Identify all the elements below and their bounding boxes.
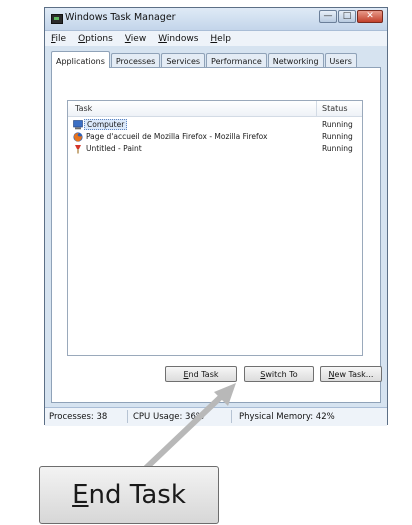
title-bar[interactable]: Windows Task Manager — □ ✕ xyxy=(45,8,387,31)
tab-processes[interactable]: Processes xyxy=(110,53,161,68)
task-status: Running xyxy=(322,120,353,129)
computer-icon xyxy=(73,120,83,130)
menu-options[interactable]: Options xyxy=(78,34,113,44)
tab-networking[interactable]: Networking xyxy=(267,53,324,68)
menu-file[interactable]: File xyxy=(51,34,66,44)
close-button[interactable]: ✕ xyxy=(357,10,383,23)
status-bar: Processes: 38 CPU Usage: 36% Physical Me… xyxy=(45,407,387,426)
window-controls: — □ ✕ xyxy=(318,10,383,24)
physical-memory: Physical Memory: 42% xyxy=(239,412,335,422)
menu-help[interactable]: Help xyxy=(210,34,231,44)
table-row[interactable]: Computer Running xyxy=(68,119,362,131)
minimize-button[interactable]: — xyxy=(319,10,337,23)
status-divider xyxy=(231,410,232,423)
task-name: Page d'accueil de Mozilla Firefox - Mozi… xyxy=(86,132,268,141)
menu-bar: File Options View Windows Help xyxy=(45,31,387,46)
list-header: Task Status xyxy=(68,101,362,117)
task-list[interactable]: Task Status Computer Running Page d'accu… xyxy=(67,100,363,356)
processes-count: Processes: 38 xyxy=(49,412,108,422)
table-row[interactable]: Page d'accueil de Mozilla Firefox - Mozi… xyxy=(68,131,362,143)
tab-applications[interactable]: Applications xyxy=(51,51,110,68)
task-status: Running xyxy=(322,144,353,153)
tab-strip: Applications Processes Services Performa… xyxy=(51,50,358,68)
tab-performance[interactable]: Performance xyxy=(206,53,267,68)
cpu-usage: CPU Usage: 36% xyxy=(133,412,204,422)
column-task[interactable]: Task xyxy=(75,104,92,113)
end-task-zoom-callout: End Task xyxy=(39,466,219,524)
switch-to-button[interactable]: Switch To xyxy=(244,366,314,382)
task-manager-window: Windows Task Manager — □ ✕ File Options … xyxy=(44,7,388,426)
tab-services[interactable]: Services xyxy=(161,53,206,68)
firefox-icon xyxy=(73,132,83,142)
new-task-button[interactable]: New Task... xyxy=(320,366,382,382)
task-name: Computer xyxy=(84,119,128,130)
status-divider xyxy=(127,410,128,423)
menu-windows[interactable]: Windows xyxy=(158,34,198,44)
table-row[interactable]: Untitled - Paint Running xyxy=(68,143,362,155)
window-title: Windows Task Manager xyxy=(65,12,176,23)
task-status: Running xyxy=(322,132,353,141)
tab-users[interactable]: Users xyxy=(324,53,357,68)
menu-view[interactable]: View xyxy=(125,34,146,44)
maximize-button[interactable]: □ xyxy=(338,10,356,23)
column-divider[interactable] xyxy=(316,101,317,116)
paint-icon xyxy=(75,145,81,154)
task-manager-icon xyxy=(51,14,63,24)
task-name: Untitled - Paint xyxy=(86,144,142,153)
column-status[interactable]: Status xyxy=(322,104,348,113)
button-row: End Task Switch To New Task... xyxy=(52,364,382,388)
applications-panel: Task Status Computer Running Page d'accu… xyxy=(51,67,382,403)
end-task-button[interactable]: End Task xyxy=(165,366,237,382)
